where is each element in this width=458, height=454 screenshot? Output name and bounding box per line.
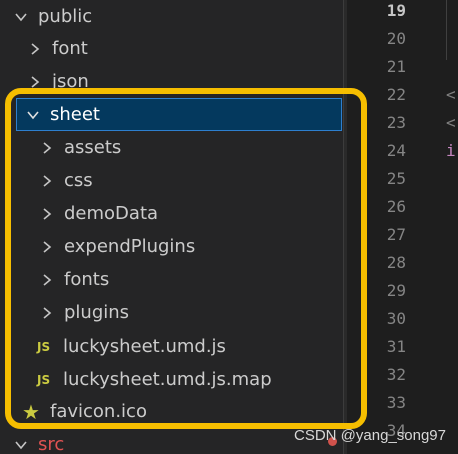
tree-item-label: luckysheet.umd.js <box>63 336 226 357</box>
chevron-right-icon <box>28 42 42 56</box>
line-number: 26 <box>386 197 406 216</box>
line-number: 27 <box>386 225 406 244</box>
tree-item-plugins[interactable]: plugins <box>0 296 383 329</box>
tree-item-luckysheet-js[interactable]: JS luckysheet.umd.js <box>0 330 380 363</box>
chevron-down-icon <box>14 10 28 24</box>
tree-item-demodata[interactable]: demoData <box>0 197 383 230</box>
tree-item-label: sheet <box>50 104 100 125</box>
tree-item-label: json <box>52 71 89 92</box>
line-number-gutter: 19 20 21 22 23 24 25 26 27 28 29 30 31 3… <box>344 0 410 454</box>
tree-item-font[interactable]: font <box>0 32 371 65</box>
tree-item-label: favicon.ico <box>50 401 147 422</box>
tree-item-css[interactable]: css <box>0 164 383 197</box>
tree-item-luckysheet-js-map[interactable]: JS luckysheet.umd.js.map <box>0 363 380 396</box>
line-number: 28 <box>386 253 406 272</box>
tree-item-label: plugins <box>64 302 130 323</box>
tree-item-label: demoData <box>64 203 159 224</box>
javascript-file-icon: JS <box>37 339 51 354</box>
code-editor[interactable]: < < i <box>410 0 458 454</box>
chevron-right-icon <box>40 174 54 188</box>
vscode-window: public font json sheet assets css demoDa… <box>0 0 458 454</box>
line-number: 25 <box>386 169 406 188</box>
chevron-right-icon <box>40 207 54 221</box>
code-token: i <box>446 141 456 160</box>
tree-item-label: luckysheet.umd.js.map <box>63 369 272 390</box>
tree-item-label: css <box>64 170 93 191</box>
tree-item-label: font <box>52 38 88 59</box>
line-number: 23 <box>386 113 406 132</box>
star-icon: ★ <box>22 399 40 424</box>
line-number: 30 <box>386 309 406 328</box>
chevron-right-icon <box>28 75 42 89</box>
explorer-panel: public font json sheet assets css demoDa… <box>0 0 343 454</box>
tree-item-public[interactable]: public <box>0 0 357 33</box>
line-number: 22 <box>386 85 406 104</box>
tree-item-label: fonts <box>64 269 110 290</box>
line-number: 31 <box>386 337 406 356</box>
javascript-file-icon: JS <box>37 372 51 387</box>
line-number: 32 <box>386 365 406 384</box>
chevron-right-icon <box>40 141 54 155</box>
chevron-down-icon <box>14 438 28 452</box>
tree-item-label: assets <box>64 137 122 158</box>
tree-item-sheet[interactable]: sheet <box>16 98 342 131</box>
tree-item-favicon[interactable]: ★ favicon.ico <box>0 395 365 428</box>
tree-item-label: public <box>38 6 93 27</box>
line-number: 21 <box>386 57 406 76</box>
tree-item-label: src <box>38 434 65 454</box>
chevron-right-icon <box>40 273 54 287</box>
chevron-right-icon <box>40 306 54 320</box>
code-token: < <box>446 85 456 104</box>
chevron-down-icon <box>26 108 40 122</box>
chevron-right-icon <box>40 240 54 254</box>
line-number: 20 <box>386 29 406 48</box>
line-number: 33 <box>386 393 406 412</box>
code-token: < <box>446 113 456 132</box>
line-number: 19 <box>386 1 406 20</box>
watermark: CSDN @yang_song97 <box>294 427 446 444</box>
tree-item-label: expendPlugins <box>64 236 196 257</box>
line-number: 29 <box>386 281 406 300</box>
tree-item-assets[interactable]: assets <box>0 131 383 164</box>
tree-item-fonts[interactable]: fonts <box>0 263 383 296</box>
line-number: 24 <box>386 141 406 160</box>
tree-item-json[interactable]: json <box>0 65 371 98</box>
tree-item-expendplugins[interactable]: expendPlugins <box>0 230 383 263</box>
indent-guide <box>446 0 447 60</box>
